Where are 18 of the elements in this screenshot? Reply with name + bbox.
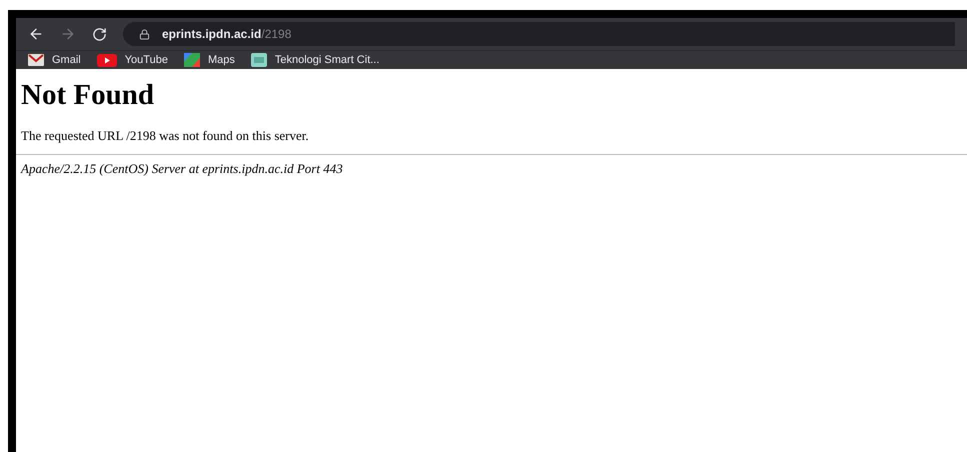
url-host: eprints.ipdn.ac.id xyxy=(162,26,262,43)
bookmark-link[interactable]: Teknologi Smart Cit... xyxy=(274,52,380,68)
bookmark-link[interactable]: Gmail xyxy=(52,52,81,68)
error-message: The requested URL /2198 was not found on this server. xyxy=(20,127,310,146)
reload-icon[interactable] xyxy=(92,26,107,42)
bookmark-link[interactable]: YouTube xyxy=(124,52,168,68)
address-bar[interactable]: eprints.ipdn.ac.id/2198 xyxy=(123,22,955,46)
lock-icon xyxy=(139,28,150,40)
server-signature: Apache/2.2.15 (CentOS) Server at eprints.ipdn.ac.id Port 443 xyxy=(19,160,344,178)
bookmark-link[interactable]: Maps xyxy=(208,52,235,68)
back-icon[interactable] xyxy=(28,26,44,42)
site-icon xyxy=(250,53,267,67)
url-path: /2198 xyxy=(261,26,292,43)
mail-icon xyxy=(28,54,44,66)
map-icon xyxy=(184,53,200,67)
page-heading: Not Found xyxy=(20,78,155,113)
forward-icon[interactable] xyxy=(60,26,76,42)
play-icon xyxy=(96,54,117,66)
